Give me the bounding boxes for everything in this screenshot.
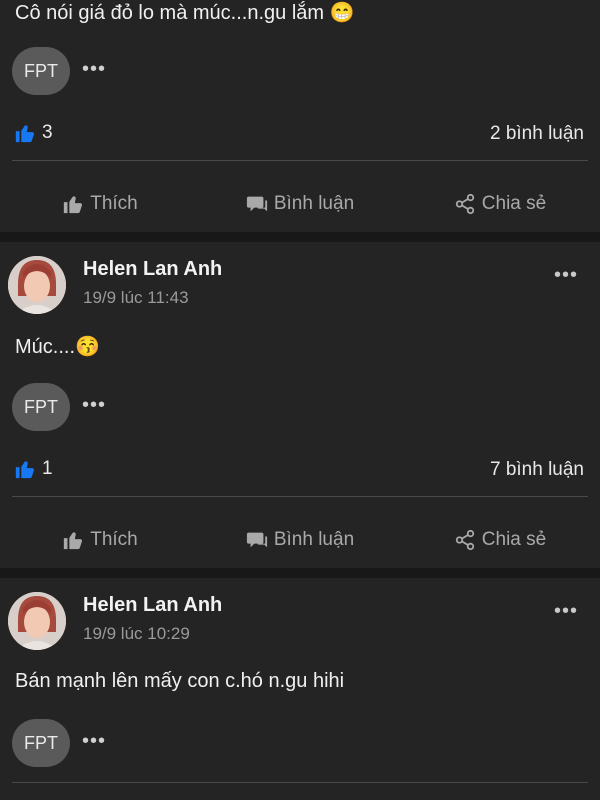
more-options-icon[interactable]: •••: [554, 600, 578, 623]
profile-photo-icon: [8, 592, 66, 650]
post-card: Helen Lan Anh 19/9 lúc 10:29 ••• Bán mạn…: [0, 578, 600, 800]
post-time[interactable]: 19/9 lúc 11:43: [83, 288, 189, 308]
share-icon: [455, 193, 474, 215]
like-count[interactable]: 3: [14, 122, 53, 144]
share-button[interactable]: Chia sẻ: [400, 179, 600, 229]
comment-label: Bình luận: [273, 193, 355, 214]
share-button[interactable]: Chia sẻ: [400, 515, 600, 565]
post-separator: [0, 232, 600, 242]
post-actions: Thích Bình luận Chia sẻ: [0, 515, 600, 565]
more-options-icon[interactable]: •••: [82, 730, 106, 753]
comment-label: Bình luận: [273, 529, 355, 550]
divider: [12, 496, 588, 497]
comment-icon: [246, 196, 267, 212]
post-text: Bán mạnh lên mấy con c.hó n.gu hihi: [15, 670, 345, 692]
comment-icon: [246, 532, 267, 548]
share-label: Chia sẻ: [481, 529, 547, 550]
like-button[interactable]: Thích: [0, 179, 200, 229]
author-name[interactable]: Helen Lan Anh: [83, 594, 222, 617]
like-label: Thích: [90, 193, 138, 214]
post-card: Cô nói giá đỏ lo mà múc...n.gu lắm 😁 FPT…: [0, 0, 600, 232]
share-icon: [455, 529, 474, 551]
post-text: Múc....😚: [15, 336, 100, 358]
avatar[interactable]: [8, 256, 66, 314]
divider: [12, 782, 588, 783]
post-separator: [0, 568, 600, 578]
like-reaction-icon: [15, 461, 35, 479]
like-count-text: 1: [42, 458, 53, 479]
comment-count[interactable]: 2 bình luận: [490, 123, 584, 145]
thumbs-up-icon: [64, 196, 83, 214]
page-badge[interactable]: FPT: [12, 719, 70, 767]
like-count[interactable]: 1: [14, 458, 53, 480]
post-card: Helen Lan Anh 19/9 lúc 11:43 ••• Múc....…: [0, 242, 600, 568]
avatar[interactable]: [8, 592, 66, 650]
more-options-icon[interactable]: •••: [82, 58, 106, 81]
share-label: Chia sẻ: [481, 193, 547, 214]
like-count-text: 3: [42, 122, 53, 143]
more-options-icon[interactable]: •••: [82, 394, 106, 417]
post-text: Cô nói giá đỏ lo mà múc...n.gu lắm 😁: [15, 2, 355, 24]
author-name[interactable]: Helen Lan Anh: [83, 258, 222, 281]
post-actions: Thích Bình luận Chia sẻ: [0, 179, 600, 229]
profile-photo-icon: [8, 256, 66, 314]
like-label: Thích: [90, 529, 138, 550]
more-options-icon[interactable]: •••: [554, 264, 578, 287]
thumbs-up-icon: [64, 532, 83, 550]
comment-button[interactable]: Bình luận: [200, 179, 400, 229]
page-badge[interactable]: FPT: [12, 383, 70, 431]
like-reaction-icon: [15, 125, 35, 143]
like-button[interactable]: Thích: [0, 515, 200, 565]
post-time[interactable]: 19/9 lúc 10:29: [83, 624, 190, 644]
comment-button[interactable]: Bình luận: [200, 515, 400, 565]
divider: [12, 160, 588, 161]
page-badge[interactable]: FPT: [12, 47, 70, 95]
comment-count[interactable]: 7 bình luận: [490, 459, 584, 481]
